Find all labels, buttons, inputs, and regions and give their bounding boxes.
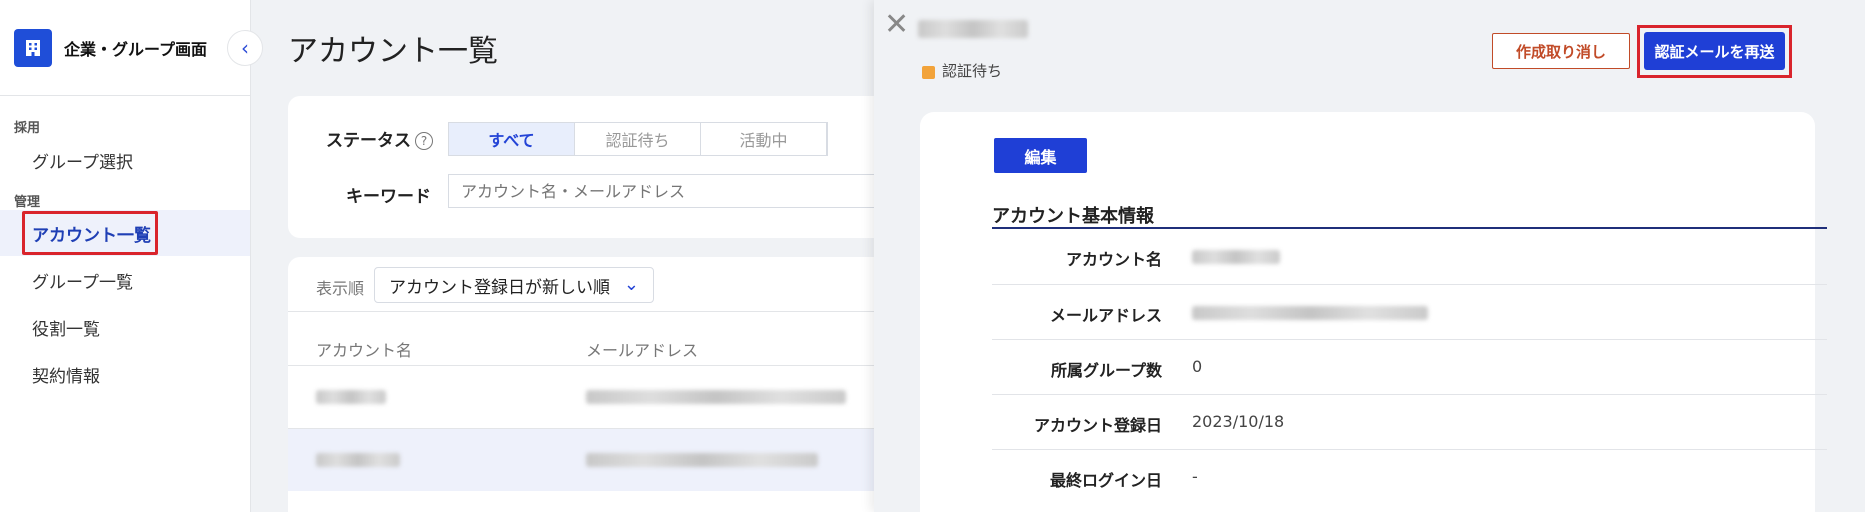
divider: [992, 339, 1827, 340]
field-label-account-name: アカウント名: [1065, 250, 1162, 269]
sidebar-item-label: 契約情報: [32, 366, 100, 387]
status-segmented-control: すべて 認証待ち 活動中: [448, 122, 828, 156]
status-option-all[interactable]: すべて: [449, 123, 575, 155]
chevron-down-icon: ⌄: [623, 274, 639, 295]
detail-card: 編集 アカウント基本情報 アカウント名 メールアドレス 所属グループ数 0 アカ…: [920, 112, 1827, 512]
sidebar-item-label: グループ選択: [32, 152, 133, 173]
edit-button[interactable]: 編集: [994, 138, 1087, 173]
field-label-last-login: 最終ログイン日: [1049, 471, 1162, 490]
sort-order-value: アカウント登録日が新しい順: [389, 277, 610, 298]
page-title: アカウント一覧: [288, 34, 498, 69]
sidebar-item-role-list[interactable]: 役割一覧: [0, 304, 250, 350]
status-filter-text: ステータス: [326, 131, 411, 151]
blurred-email: [586, 453, 818, 467]
brand: 企業・グループ画面: [0, 0, 250, 96]
sort-order-select[interactable]: アカウント登録日が新しい順 ⌄: [374, 267, 654, 303]
field-label-group-count: 所属グループ数: [1050, 361, 1162, 380]
building-icon: [14, 28, 52, 67]
sidebar-item-group-list[interactable]: グループ一覧: [0, 257, 250, 303]
sort-label: 表示順: [316, 279, 365, 298]
sidebar-item-contract-info[interactable]: 契約情報: [0, 351, 250, 397]
status-filter-label: ステータス?: [326, 126, 433, 151]
blurred-account-name: [918, 20, 1028, 38]
nav-section-admin: 管理: [14, 195, 41, 210]
sidebar-item-group-select[interactable]: グループ選択: [0, 137, 250, 183]
status-option-pending[interactable]: 認証待ち: [575, 123, 701, 155]
divider: [992, 394, 1827, 395]
collapse-sidebar-button[interactable]: ‹: [227, 30, 263, 66]
highlight-box: [22, 211, 158, 255]
field-value-last-login: -: [1192, 467, 1198, 486]
keyword-label: キーワード: [346, 187, 431, 207]
field-value-registered-date: 2023/10/18: [1192, 412, 1285, 431]
status-option-active[interactable]: 活動中: [701, 123, 827, 155]
field-label-registered-date: アカウント登録日: [1033, 416, 1162, 435]
help-icon[interactable]: ?: [415, 132, 433, 150]
resend-auth-email-button[interactable]: 認証メールを再送: [1644, 32, 1785, 70]
sidebar-item-account-list[interactable]: アカウント一覧: [0, 210, 250, 256]
status-dot: [922, 66, 935, 79]
status-badge: 認証待ち: [942, 62, 1003, 80]
sidebar: 企業・グループ画面 採用 グループ選択 管理 アカウント一覧 グループ一覧 役割…: [0, 0, 251, 512]
blurred-email: [586, 390, 846, 404]
brand-title: 企業・グループ画面: [64, 39, 208, 59]
field-label-email: メールアドレス: [1049, 306, 1162, 325]
cancel-creation-button[interactable]: 作成取り消し: [1492, 33, 1630, 69]
section-title: アカウント基本情報: [992, 206, 1154, 227]
close-icon[interactable]: ✕: [884, 10, 909, 40]
nav-section-recruit: 採用: [14, 121, 41, 136]
column-header-email[interactable]: メールアドレス: [586, 337, 698, 361]
blurred-account-name: [316, 390, 386, 404]
sidebar-item-label: 役割一覧: [32, 319, 100, 340]
divider: [992, 284, 1827, 285]
blurred-account-name: [316, 453, 400, 467]
section-divider: [992, 227, 1827, 229]
sidebar-item-label: グループ一覧: [32, 272, 133, 293]
field-value-group-count: 0: [1192, 357, 1203, 376]
column-header-account-name[interactable]: アカウント名: [316, 337, 412, 361]
chevron-left-icon: ‹: [241, 36, 249, 60]
blurred-email-value: [1192, 306, 1428, 320]
blurred-account-name-value: [1192, 250, 1280, 264]
divider: [992, 449, 1827, 450]
account-detail-drawer: ✕ 認証待ち 作成取り消し 認証メールを再送 編集 アカウント基本情報 アカウン…: [874, 0, 1865, 512]
